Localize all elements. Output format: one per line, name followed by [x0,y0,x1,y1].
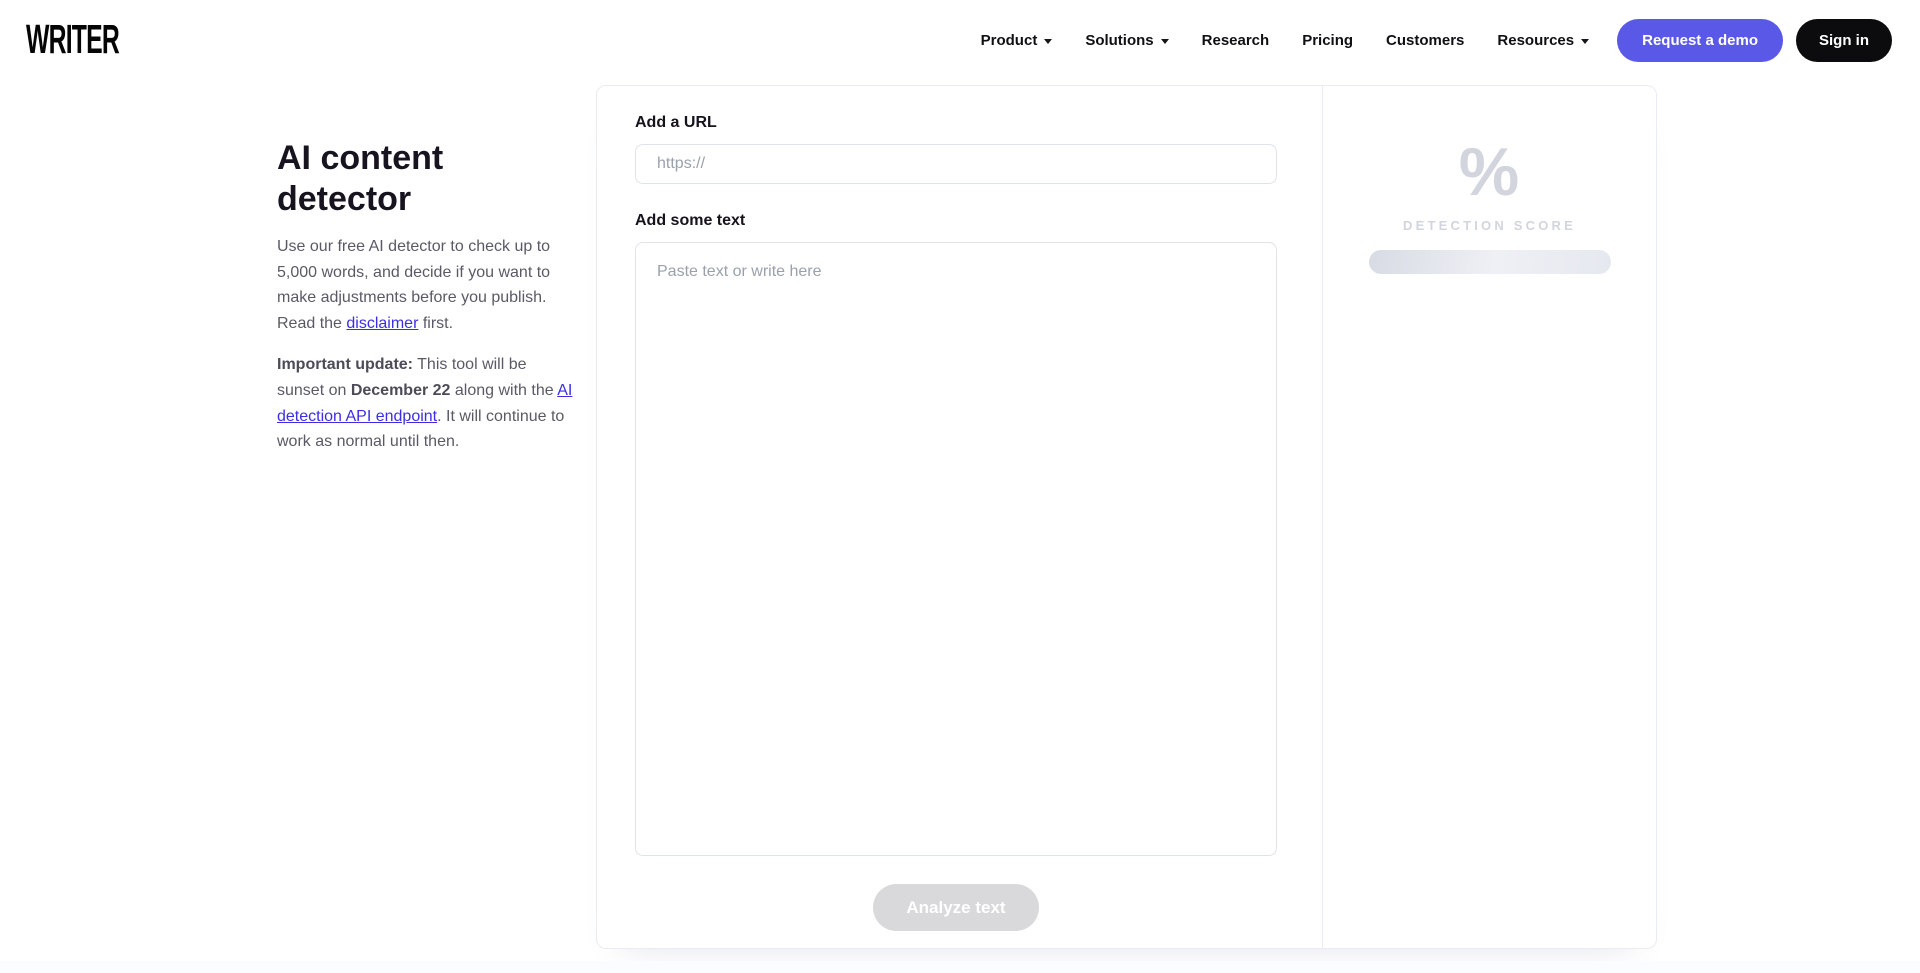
url-input[interactable] [635,144,1277,184]
page: WRITER Product Solutions Research Pricin… [0,0,1920,973]
sign-in-button[interactable]: Sign in [1796,18,1892,62]
chevron-down-icon [1581,38,1590,44]
disclaimer-link[interactable]: disclaimer [346,315,418,332]
detector-form: Add a URL Add some text Analyze text [597,86,1323,948]
intro-column: AI content detector Use our free AI dete… [277,138,573,471]
nav-item-label: Research [1201,31,1270,49]
update-bold-text: Important update: [277,356,413,374]
chevron-down-icon [1044,38,1053,44]
nav-item-label: Customers [1386,31,1465,49]
page-bottom-strip [0,961,1920,973]
analyze-row: Analyze text [635,861,1277,931]
nav-item-solutions[interactable]: Solutions [1085,31,1169,49]
nav-item-label: Product [980,31,1038,49]
text-field-label: Add some text [635,212,746,229]
main-nav: Product Solutions Research Pricing Custo… [981,31,1590,49]
percent-symbol: % [1458,134,1521,210]
update-bold-date: December 22 [350,381,451,399]
nav-item-resources[interactable]: Resources [1497,31,1590,49]
nav-item-label: Resources [1497,31,1575,49]
nav-item-research[interactable]: Research [1202,32,1270,49]
nav-item-product[interactable]: Product [981,32,1053,49]
request-demo-button[interactable]: Request a demo [1617,18,1783,62]
header: WRITER Product Solutions Research Pricin… [0,0,1920,80]
nav-item-label: Pricing [1302,31,1354,49]
detector-card: Add a URL Add some text Analyze text % D… [596,85,1657,949]
url-field-label: Add a URL [635,114,717,131]
header-buttons: Request a demo Sign in [1617,18,1892,62]
important-update-note: Important update: This tool will be suns… [277,352,573,454]
analyze-text-button[interactable]: Analyze text [873,884,1039,931]
chevron-down-icon [1160,38,1169,44]
text-input[interactable] [635,242,1277,856]
detection-score-label: DETECTION SCORE [1403,218,1576,234]
description-text: first. [418,314,454,332]
detection-score-panel: % DETECTION SCORE [1323,86,1656,948]
nav-item-label: Solutions [1085,31,1154,49]
page-title: AI content detector [277,139,444,218]
update-text: along with the [450,381,558,399]
score-progress-placeholder [1368,250,1611,275]
nav-item-pricing[interactable]: Pricing [1302,32,1353,49]
nav-item-customers[interactable]: Customers [1386,32,1464,49]
writer-logo[interactable]: WRITER [26,16,120,64]
intro-description: Use our free AI detector to check up to … [277,234,573,336]
